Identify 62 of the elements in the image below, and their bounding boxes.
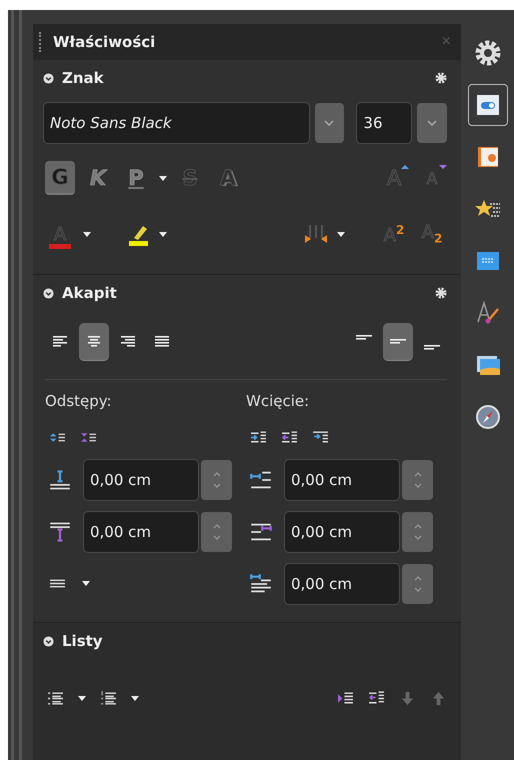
dropdown-arrow-icon[interactable] (78, 696, 86, 700)
grip-icon[interactable] (39, 32, 43, 52)
font-name-field[interactable]: Noto Sans Black (43, 102, 310, 144)
align-middle-icon (390, 339, 406, 344)
up-down-icon (412, 522, 422, 542)
demote-icon[interactable] (368, 690, 385, 706)
space-above-icon (49, 469, 71, 491)
chevron-down-icon (324, 120, 334, 126)
align-center-button[interactable] (79, 323, 109, 361)
promote-icon[interactable] (337, 690, 354, 706)
dropdown-arrow-icon[interactable] (131, 696, 139, 700)
collapse-icon[interactable] (43, 636, 54, 646)
align-justify-icon (155, 336, 169, 348)
indent-label: Wcięcie: (246, 392, 310, 410)
settings-icon[interactable] (435, 287, 447, 299)
panel-title: Właściwości (53, 33, 156, 51)
collapse-icon[interactable] (43, 288, 54, 298)
spacing-field[interactable]: 0,00 cm (83, 511, 199, 553)
up-down-icon (412, 470, 422, 490)
dropdown-arrow-icon[interactable] (83, 232, 91, 236)
bold-button[interactable]: G (45, 161, 75, 195)
section-title: Znak (62, 69, 105, 87)
spacing-field[interactable]: 0,00 cm (83, 459, 199, 501)
properties-tab[interactable] (468, 84, 508, 126)
increase-indent-icon[interactable] (250, 430, 267, 444)
dropdown-arrow-icon[interactable] (159, 176, 167, 180)
dropdown-arrow-icon[interactable] (82, 580, 90, 586)
settings-icon[interactable] (435, 72, 447, 84)
underline-button[interactable]: P (121, 161, 151, 195)
indent-before-icon (250, 469, 272, 491)
align-left-icon (53, 336, 67, 348)
italic-button[interactable]: K (83, 161, 113, 195)
align-middle-button[interactable] (383, 323, 413, 361)
gear-icon (474, 39, 502, 67)
indent-first-icon (250, 573, 272, 595)
bullet-list-icon[interactable] (47, 690, 64, 706)
align-center-icon (87, 336, 101, 348)
dropdown-arrow-icon[interactable] (159, 232, 167, 236)
indent-field[interactable]: 0,00 cm (284, 563, 400, 605)
font-size-field[interactable]: 36 (356, 102, 412, 144)
space-below-icon (49, 521, 71, 543)
move-down-icon[interactable] (399, 690, 416, 706)
numbered-list-icon[interactable] (100, 690, 117, 706)
hanging-indent-icon[interactable] (312, 430, 329, 444)
up-down-icon (212, 522, 222, 542)
up-down-icon (412, 574, 422, 594)
section-title: Listy (62, 632, 104, 650)
compass-icon (474, 403, 502, 431)
align-bottom-icon (424, 344, 440, 350)
indent-after-icon (250, 521, 272, 543)
chevron-down-icon (427, 120, 438, 126)
dropdown-arrow-icon[interactable] (337, 232, 345, 236)
spacing-label: Odstępy: (45, 392, 113, 410)
section-title: Akapit (62, 284, 118, 302)
collapse-icon[interactable] (43, 72, 54, 84)
align-right-icon (121, 336, 135, 348)
up-down-icon (212, 470, 222, 490)
move-up-icon[interactable] (430, 690, 447, 706)
indent-field[interactable]: 0,00 cm (284, 511, 400, 553)
decrease-indent-icon[interactable] (281, 430, 298, 444)
indent-field[interactable]: 0,00 cm (284, 459, 400, 501)
align-top-icon (356, 334, 372, 340)
